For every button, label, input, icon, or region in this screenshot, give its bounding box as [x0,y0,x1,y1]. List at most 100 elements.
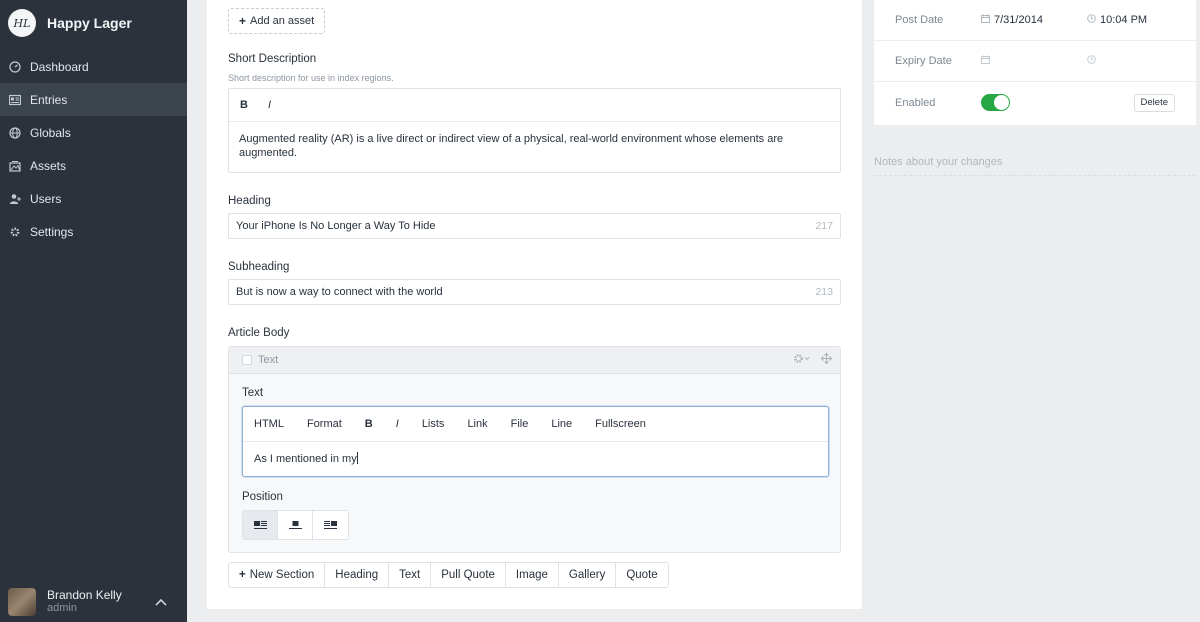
nav-label: Entries [30,92,68,107]
position-right-button[interactable] [313,511,348,539]
avatar [8,588,36,616]
position-center-button[interactable] [278,511,313,539]
expiry-date-input[interactable] [981,55,994,67]
nav-item-dashboard[interactable]: Dashboard [0,50,187,83]
plus-icon: + [239,14,247,28]
entries-icon [8,93,22,107]
user-info: Brandon Kelly admin [47,589,122,615]
short-description-label: Short Description [228,53,317,65]
short-description-editor[interactable]: B I Augmented reality (AR) is a live dir… [228,88,841,173]
add-quote-block-button[interactable]: Quote [615,562,669,588]
enabled-label: Enabled [895,96,936,109]
article-body-editor[interactable]: HTML Format B I Lists Link File Line Ful… [242,406,829,477]
position-button-group [242,510,349,540]
user-role: admin [47,602,77,614]
notes-input[interactable]: Notes about your changes [874,156,1196,176]
nav-label: Dashboard [30,59,89,74]
add-text-block-button[interactable]: Text [388,562,432,588]
subheading-value: But is now a way to connect with the wor… [236,286,443,298]
new-section-label: New Section [249,569,315,581]
user-name: Brandon Kelly [47,588,122,602]
site-name: Happy Lager [47,15,132,31]
italic-button[interactable]: I [268,99,271,111]
move-icon[interactable] [820,352,833,367]
article-body-text: As I mentioned in my [254,453,357,465]
nav-label: Settings [30,224,74,239]
file-button[interactable]: File [511,418,529,430]
post-date-label: Post Date [895,14,944,26]
expiry-time-input[interactable] [1087,55,1100,67]
link-button[interactable]: Link [467,418,487,430]
globe-icon [8,126,22,140]
nav-item-users[interactable]: Users [0,182,187,215]
heading-input[interactable]: Your iPhone Is No Longer a Way To Hide 2… [228,213,841,239]
enabled-toggle[interactable] [981,94,1010,111]
delete-button[interactable]: Delete [1133,93,1175,112]
nav-item-assets[interactable]: Assets [0,149,187,182]
bold-button[interactable]: B [240,99,248,111]
user-menu[interactable]: Brandon Kelly admin [8,588,179,616]
site-brand[interactable]: HL Happy Lager [8,9,132,37]
block-select-checkbox[interactable] [242,355,252,365]
align-left-icon [253,521,267,529]
nav-label: Assets [30,158,67,173]
bold-button[interactable]: B [365,418,373,430]
post-date-input[interactable]: 7/31/2014 [981,14,1043,26]
expiry-date-label: Expiry Date [895,55,952,67]
italic-button[interactable]: I [396,418,399,430]
html-button[interactable]: HTML [254,418,284,430]
matrix-block: Text Text HTML Format B I Lists Link Fil… [228,346,841,553]
entry-meta-panel: Post Date 7/31/2014 10:04 PM Expiry Date [874,0,1196,125]
block-type-title: Text [258,354,279,366]
add-asset-button[interactable]: + Add an asset [228,8,326,34]
position-label: Position [242,491,283,503]
gear-icon [8,225,22,239]
subheading-input[interactable]: But is now a way to connect with the wor… [228,279,841,305]
calendar-icon [981,14,990,26]
add-image-block-button[interactable]: Image [504,562,559,588]
add-gallery-block-button[interactable]: Gallery [557,562,617,588]
expiry-date-row: Expiry Date [874,41,1196,82]
short-description-toolbar: B I [229,89,840,122]
redactor-toolbar: HTML Format B I Lists Link File Line Ful… [243,407,828,442]
nav-item-entries[interactable]: Entries [0,83,187,116]
new-section-button[interactable]: + New Section [228,562,326,588]
format-button[interactable]: Format [307,418,342,430]
block-tools [793,352,833,367]
entry-content-pane: + Add an asset Short Description Short d… [207,0,862,609]
add-heading-block-button[interactable]: Heading [324,562,390,588]
lists-button[interactable]: Lists [422,418,445,430]
fullscreen-button[interactable]: Fullscreen [595,418,646,430]
add-asset-label: Add an asset [250,15,315,27]
nav-item-settings[interactable]: Settings [0,215,187,248]
post-time-value: 10:04 PM [1100,14,1148,26]
add-pull-quote-block-button[interactable]: Pull Quote [430,562,506,588]
nav-item-globals[interactable]: Globals [0,116,187,149]
align-right-icon [324,521,337,529]
text-caret [356,452,358,464]
post-time-input[interactable]: 10:04 PM [1087,14,1147,26]
site-logo: HL [8,9,36,37]
add-block-bar: + New Section Heading Text Pull Quote Im… [228,562,669,588]
sidebar: HL Happy Lager Dashboard Entries Globals [0,0,187,622]
users-icon [8,192,22,206]
heading-value: Your iPhone Is No Longer a Way To Hide [236,220,436,232]
enabled-row: Enabled Delete [874,82,1196,123]
main-nav: Dashboard Entries Globals Assets Users S… [0,50,187,248]
position-left-button[interactable] [243,511,278,539]
gear-icon[interactable] [793,353,811,367]
short-description-text[interactable]: Augmented reality (AR) is a live direct … [229,122,840,170]
chevron-up-icon[interactable] [155,595,167,609]
nav-label: Users [30,191,62,206]
heading-label: Heading [228,195,271,207]
calendar-icon [981,55,990,67]
dashboard-icon [8,60,22,74]
clock-icon [1087,14,1096,26]
text-field-label: Text [242,387,264,399]
article-body-text-area[interactable]: As I mentioned in my [243,442,828,475]
matrix-block-header: Text [229,347,840,374]
post-date-value: 7/31/2014 [994,14,1043,26]
short-description-instructions: Short description for use in index regio… [228,73,394,83]
subheading-char-count: 213 [815,286,833,298]
line-button[interactable]: Line [551,418,572,430]
